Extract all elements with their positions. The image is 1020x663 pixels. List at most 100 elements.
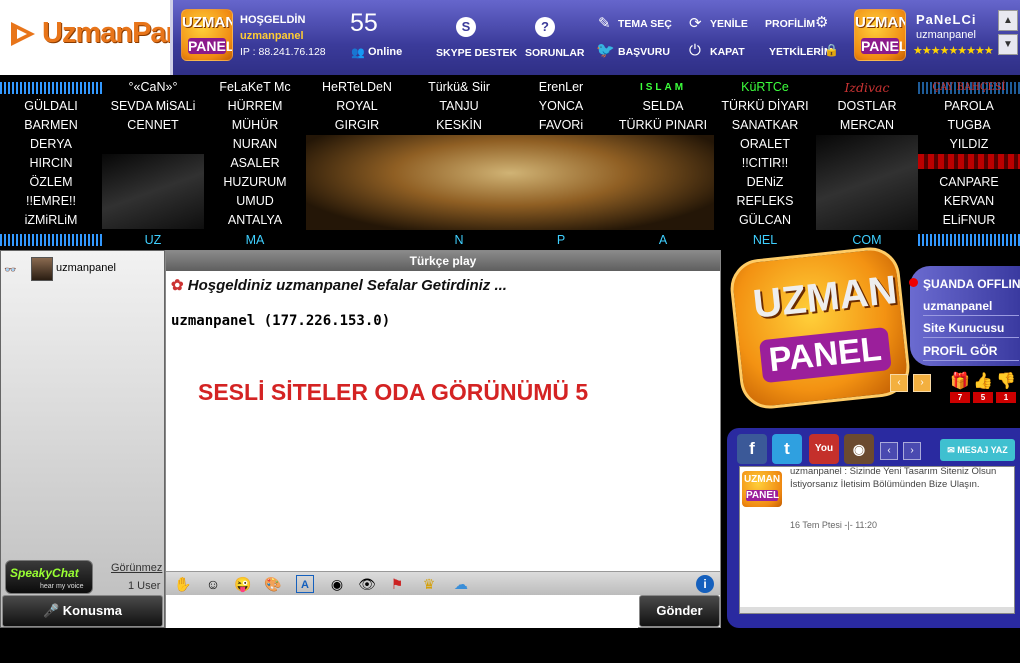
scroll-down-button[interactable]: ▼ (998, 34, 1018, 55)
prev-button[interactable]: ‹ (890, 374, 908, 392)
room-elifnur[interactable]: ELiFNUR (918, 211, 1020, 230)
room-nuran[interactable]: NURAN (204, 135, 306, 154)
room-dostlar[interactable]: DOSTLAR (816, 97, 918, 116)
room-erenler[interactable]: ErenLer (510, 78, 612, 97)
room-guldali[interactable]: GÜLDALI (0, 97, 102, 116)
room-derya[interactable]: DERYA (0, 135, 102, 154)
room-barmen[interactable]: BARMEN (0, 116, 102, 135)
skype-label: SKYPE DESTEK (436, 47, 518, 59)
next-button[interactable]: › (913, 374, 931, 392)
info-icon[interactable]: i (696, 575, 714, 593)
room-royal[interactable]: ROYAL (306, 97, 408, 116)
eye-icon[interactable]: 👁 (358, 575, 376, 593)
room-girgir[interactable]: GIRGIR (306, 116, 408, 135)
room-izdivac[interactable]: Izdivac (816, 78, 918, 97)
palette-icon[interactable]: 🎨 (264, 575, 282, 593)
room-turku-siir[interactable]: Türkü& Siir (408, 78, 510, 97)
twitter-icon[interactable]: t (772, 434, 802, 464)
feed-avatar-bottom: PANEL (746, 490, 780, 501)
yenile-label: YENİLE (710, 18, 748, 30)
room-yildiz[interactable]: YILDIZ (918, 135, 1020, 154)
logo[interactable]: UzmanPanel (0, 0, 205, 75)
feed-avatar: UZMAN PANEL (742, 471, 782, 507)
room-asaler[interactable]: ASALER (204, 154, 306, 173)
send-button[interactable]: Gönder (639, 595, 720, 627)
room-kervan[interactable]: KERVAN (918, 192, 1020, 211)
logo-icon (11, 22, 35, 46)
room-oralet[interactable]: ORALET (714, 135, 816, 154)
room-can[interactable]: °«CaN»° (102, 78, 204, 97)
upload-icon[interactable]: ☁ (452, 575, 470, 593)
dislike-button[interactable]: 👎 1 (996, 373, 1016, 403)
room-deniz[interactable]: DENiZ (714, 173, 816, 192)
bell-icon[interactable]: ⚑ (388, 575, 406, 593)
room-citir[interactable]: !!CITIR!! (714, 154, 816, 173)
room-ozlem[interactable]: ÖZLEM (0, 173, 102, 192)
header-bar: UzmanPanel UZMAN PANEL HOŞGELDİN uzmanpa… (0, 0, 1020, 75)
room-gulcan[interactable]: GÜLCAN (714, 211, 816, 230)
room-cennet[interactable]: CENNET (102, 116, 204, 135)
social-next-button[interactable]: › (903, 442, 921, 460)
room-huzurum[interactable]: HUZURUM (204, 173, 306, 192)
speakychat-logo[interactable]: SpeakyChat hear my voice (5, 560, 93, 594)
like-button[interactable]: 👍 5 (973, 373, 993, 403)
crown-icon[interactable]: ♛ (420, 575, 438, 593)
room-keskin[interactable]: KESKİN (408, 116, 510, 135)
smiley-icon[interactable]: ☺ (204, 575, 222, 593)
user-list-item[interactable]: 👓 uzmanpanel (3, 255, 163, 281)
room-hertelden[interactable]: HeRTeLDeN (306, 78, 408, 97)
room-refleks[interactable]: REFLEKS (714, 192, 816, 211)
room-felaket-mc[interactable]: FeLaKeT Mc (204, 78, 306, 97)
webcam-icon[interactable]: ◉ (328, 575, 346, 593)
instagram-icon[interactable]: ◉ (844, 434, 874, 464)
hand-icon[interactable]: ✋ (174, 575, 192, 593)
room-hircin[interactable]: HIRCIN (0, 154, 102, 173)
feed-scrollbar[interactable] (740, 607, 1014, 613)
youtube-icon[interactable]: You (809, 434, 839, 464)
room-umud[interactable]: UMUD (204, 192, 306, 211)
room-cay-bahcesi[interactable]: ÇAY BAHÇESİ (918, 78, 1020, 97)
profile-view-link[interactable]: PROFİL GÖR (923, 344, 1019, 361)
message-input[interactable] (166, 596, 638, 628)
photo-tile (816, 135, 918, 230)
social-prev-button[interactable]: ‹ (880, 442, 898, 460)
brand-letters: MA (245, 233, 265, 247)
room-parola[interactable]: PAROLA (918, 97, 1020, 116)
skype-icon: S (456, 17, 476, 37)
user-list-panel: 👓 uzmanpanel SpeakyChat hear my voice Gö… (0, 250, 165, 628)
invisible-toggle[interactable]: Görünmez (111, 562, 162, 574)
panel-avatar-badge[interactable]: UZMAN PANEL (854, 9, 906, 61)
font-icon[interactable]: A (296, 575, 314, 593)
room-sanatkar[interactable]: SANATKAR (714, 116, 816, 135)
header-username: uzmanpanel (240, 30, 304, 42)
room-emre[interactable]: !!EMRE!! (0, 192, 102, 211)
room-kurtce[interactable]: KüRTCe (714, 78, 816, 97)
room-antalya[interactable]: ANTALYA (204, 211, 306, 230)
profilim-label: PROFİLİM (765, 18, 816, 30)
room-tugba[interactable]: TUGBA (918, 116, 1020, 135)
profile-user[interactable]: uzmanpanel (923, 299, 1019, 316)
room-hurrem[interactable]: HÜRREM (204, 97, 306, 116)
room-turku-diyari[interactable]: TÜRKÜ DİYARI (714, 97, 816, 116)
kapat-label: KAPAT (710, 46, 745, 58)
rose-icon: ✿ (171, 277, 184, 294)
talk-button[interactable]: 🎤 Konusma (2, 595, 163, 627)
room-islam[interactable]: ISLAM (612, 78, 714, 97)
scroll-up-button[interactable]: ▲ (998, 10, 1018, 31)
room-sevda-misali[interactable]: SEVDA MiSALi (102, 97, 204, 116)
gift-button[interactable]: 🎁 7 (950, 373, 970, 403)
lock-icon: 🔒 (824, 43, 839, 57)
room-selda[interactable]: SELDA (612, 97, 714, 116)
room-muhur[interactable]: MÜHÜR (204, 116, 306, 135)
room-canpare[interactable]: CANPARE (918, 173, 1020, 192)
gear-icon: ⚙ (815, 14, 829, 31)
room-turku-pinari[interactable]: TÜRKÜ PINARI (612, 116, 714, 135)
room-favori[interactable]: FAVORi (510, 116, 612, 135)
room-izmirlim[interactable]: iZMiRLiM (0, 211, 102, 230)
facebook-icon[interactable]: f (737, 434, 767, 464)
room-mercan[interactable]: MERCAN (816, 116, 918, 135)
room-yonca[interactable]: YONCA (510, 97, 612, 116)
write-message-button[interactable]: ✉ MESAJ YAZ (940, 439, 1015, 461)
room-tanju[interactable]: TANJU (408, 97, 510, 116)
emoji-icon[interactable]: 😜 (234, 575, 252, 593)
